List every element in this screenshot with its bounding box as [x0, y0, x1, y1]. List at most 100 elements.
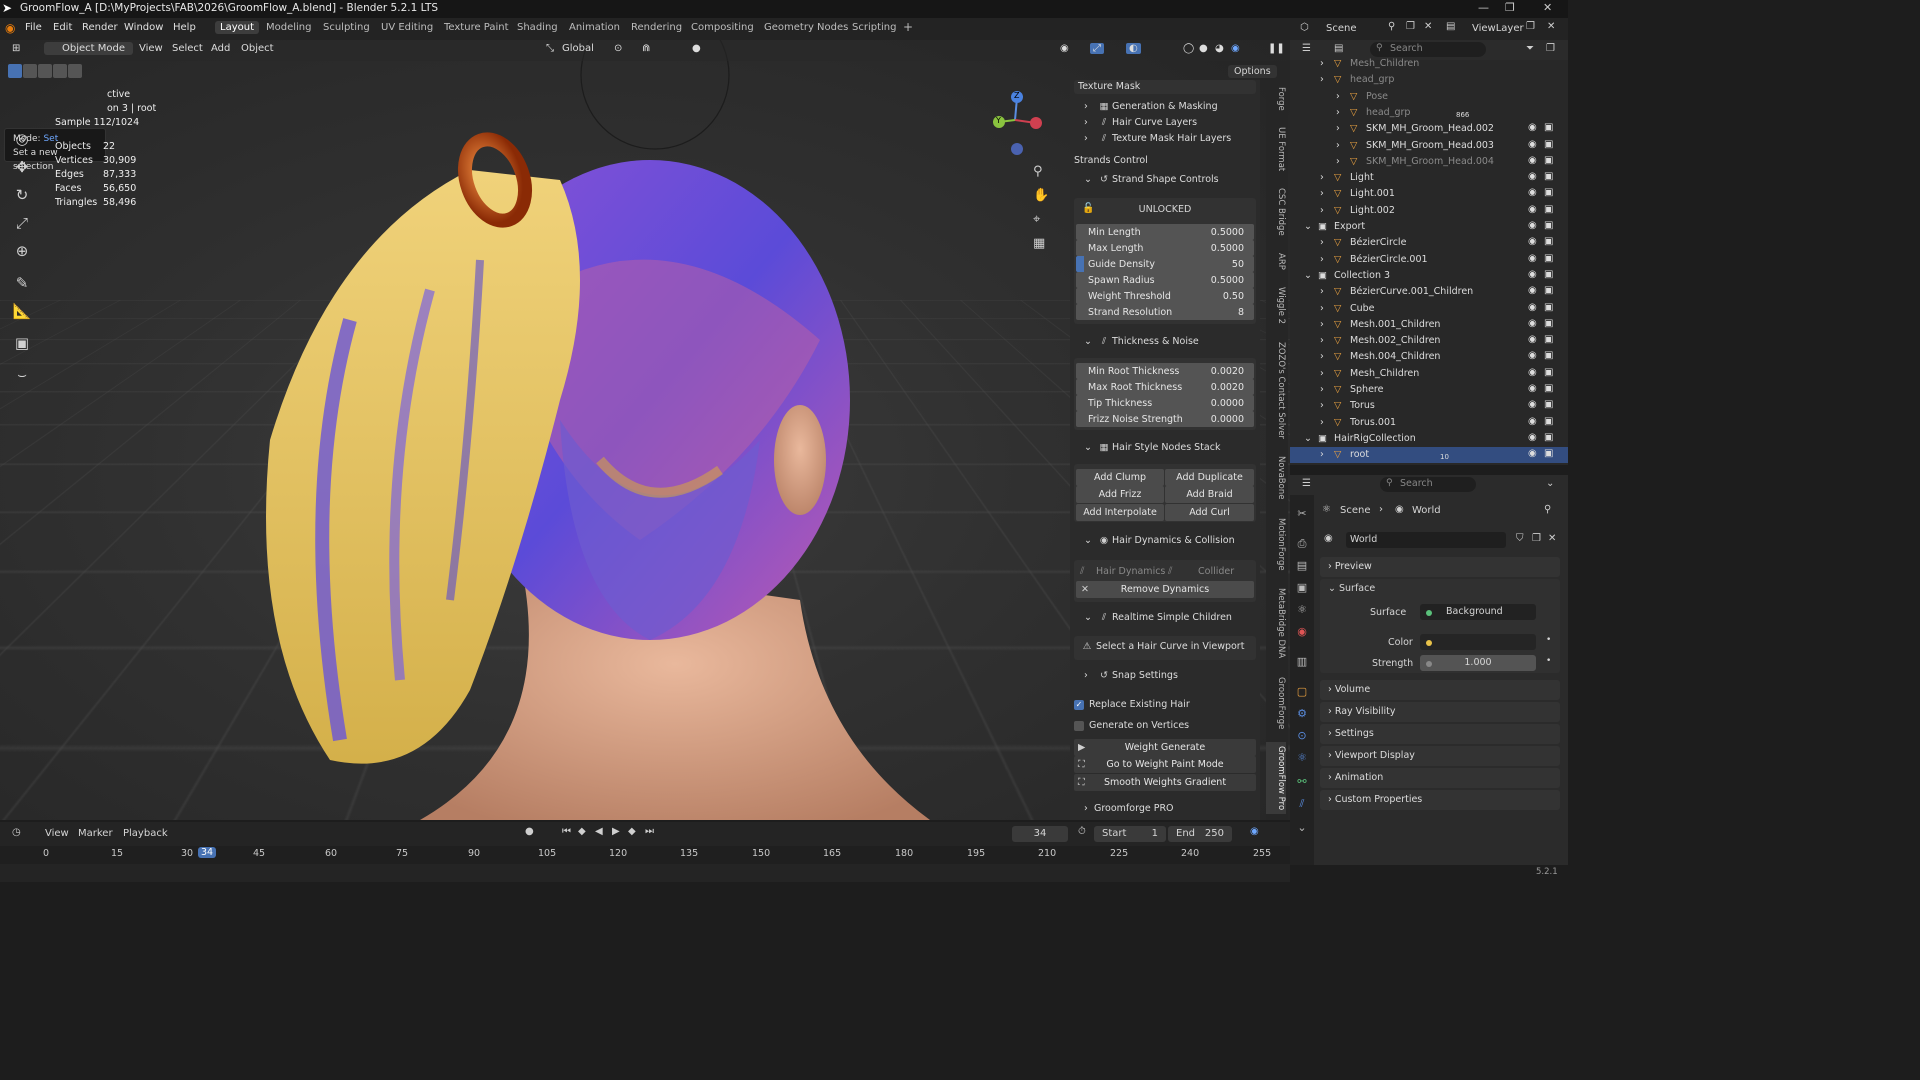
unlocked-label[interactable]: UNLOCKED: [1070, 204, 1260, 215]
color-swatch[interactable]: [1420, 634, 1536, 650]
tool-tab-icon[interactable]: ✂: [1294, 507, 1310, 523]
expand-arrow-icon[interactable]: ›: [1320, 58, 1324, 69]
add-cube-tool-icon[interactable]: ▣: [8, 330, 36, 356]
visibility-eye-icon[interactable]: ◉: [1528, 139, 1537, 150]
outliner-row[interactable]: › ▽ Mesh_Children: [1290, 56, 1568, 72]
transform-orientation-icon[interactable]: ⤡: [546, 43, 554, 54]
new-scene-icon[interactable]: ❐: [1406, 21, 1415, 32]
visibility-eye-icon[interactable]: ◉: [1528, 253, 1537, 264]
wireframe-shading-icon[interactable]: ◯: [1183, 43, 1194, 54]
visibility-icon[interactable]: ◉: [1060, 43, 1069, 54]
render-camera-icon[interactable]: ▣: [1544, 383, 1553, 394]
render-camera-icon[interactable]: ▣: [1544, 122, 1553, 133]
snap-icon[interactable]: ⋒: [642, 43, 650, 54]
weight-generate-button[interactable]: ▶ Weight Generate: [1074, 739, 1256, 756]
unlink-world-icon[interactable]: ✕: [1548, 533, 1556, 544]
render-camera-icon[interactable]: ▣: [1544, 302, 1553, 313]
transform-tool-icon[interactable]: ⊕: [8, 238, 36, 264]
collection-tab-icon[interactable]: ▥: [1294, 655, 1310, 671]
visibility-eye-icon[interactable]: ◉: [1528, 334, 1537, 345]
render-camera-icon[interactable]: ▣: [1544, 236, 1553, 247]
tab-novabone[interactable]: NovaBone: [1266, 452, 1286, 504]
strand-resolution-field[interactable]: Strand Resolution 8: [1076, 304, 1254, 320]
viewlayer-selector[interactable]: ViewLayer: [1472, 23, 1524, 34]
tip-thickness-field[interactable]: Tip Thickness 0.0000: [1076, 395, 1254, 411]
expand-arrow-icon[interactable]: ›: [1320, 188, 1324, 199]
expand-arrow-icon[interactable]: ›: [1320, 286, 1324, 297]
outliner-row[interactable]: › ▽ Mesh.001_Children ◉ ▣: [1290, 317, 1568, 333]
menu-file[interactable]: File: [25, 22, 42, 33]
tab-sculpting[interactable]: Sculpting: [318, 21, 375, 34]
pin-properties-icon[interactable]: ⚲: [1544, 504, 1551, 515]
visibility-eye-icon[interactable]: ◉: [1528, 432, 1537, 443]
viewport-display-section[interactable]: › Viewport Display: [1320, 746, 1560, 766]
frizz-noise-field[interactable]: Frizz Noise Strength 0.0000: [1076, 411, 1254, 427]
render-camera-icon[interactable]: ▣: [1544, 220, 1553, 231]
visibility-eye-icon[interactable]: ◉: [1528, 236, 1537, 247]
visibility-eye-icon[interactable]: ◉: [1528, 416, 1537, 427]
annotate-tool-icon[interactable]: ✎: [8, 270, 36, 296]
replace-existing-row[interactable]: ✓ Replace Existing Hair: [1070, 699, 1260, 710]
visibility-eye-icon[interactable]: ◉: [1528, 383, 1537, 394]
world-datablock-icon[interactable]: ◉: [1324, 533, 1333, 544]
visibility-eye-icon[interactable]: ◉: [1528, 155, 1537, 166]
tab-motionforge[interactable]: MotionForge: [1266, 512, 1286, 576]
expand-arrow-icon[interactable]: ›: [1320, 172, 1324, 183]
visibility-eye-icon[interactable]: ◉: [1528, 187, 1537, 198]
color-keyframe-icon[interactable]: •: [1546, 635, 1551, 645]
outliner-row[interactable]: ⌄ ▣ Export ◉ ▣: [1290, 219, 1568, 235]
camera-view-icon[interactable]: ⌖: [1033, 212, 1040, 227]
nodes-stack-header[interactable]: ⌄ ▦ Hair Style Nodes Stack: [1070, 442, 1260, 453]
outliner-row[interactable]: › ▽ Cube ◉ ▣: [1290, 301, 1568, 317]
preview-section[interactable]: › Preview: [1320, 557, 1560, 577]
render-camera-icon[interactable]: ▣: [1544, 187, 1553, 198]
remove-dynamics-button[interactable]: ✕ Remove Dynamics: [1076, 581, 1254, 598]
expand-arrow-icon[interactable]: ›: [1336, 91, 1340, 102]
move-tool-icon[interactable]: ✥: [8, 154, 36, 180]
expand-arrow-icon[interactable]: ›: [1320, 368, 1324, 379]
guide-density-field[interactable]: Guide Density 50: [1076, 256, 1254, 272]
visibility-eye-icon[interactable]: ◉: [1528, 220, 1537, 231]
navigation-gizmo[interactable]: Z Y: [985, 90, 1045, 155]
mode-selector[interactable]: Object Mode: [44, 42, 133, 55]
visibility-eye-icon[interactable]: ◉: [1528, 302, 1537, 313]
viewlayer-icon[interactable]: ▤: [1446, 21, 1455, 32]
render-camera-icon[interactable]: ▣: [1544, 285, 1553, 296]
surface-shader-selector[interactable]: Background: [1420, 604, 1536, 620]
hair-curve-layers-row[interactable]: › ⫽ Hair Curve Layers: [1070, 117, 1260, 128]
tab-groomforge[interactable]: GroomForge: [1266, 672, 1286, 734]
groomforge-pro-header[interactable]: › Groomforge PRO: [1070, 803, 1260, 814]
timeline-playback-menu[interactable]: Playback: [123, 828, 168, 839]
sync-icon[interactable]: ◉: [1250, 826, 1259, 837]
select-invert-icon[interactable]: [53, 64, 67, 78]
menu-render[interactable]: Render: [82, 22, 118, 33]
menu-help[interactable]: Help: [173, 22, 196, 33]
tab-wiggle[interactable]: Wiggle 2: [1266, 282, 1286, 330]
tab-forge[interactable]: Forge: [1266, 84, 1286, 114]
current-frame-field[interactable]: 34: [1012, 826, 1068, 842]
render-camera-icon[interactable]: ▣: [1544, 367, 1553, 378]
pan-hand-icon[interactable]: ✋: [1033, 188, 1049, 203]
tab-arp[interactable]: ARP: [1266, 248, 1286, 274]
outliner-row[interactable]: › ▽ SKM_MH_Groom_Head.003 ◉ ▣: [1290, 138, 1568, 154]
select-intersect-icon[interactable]: [68, 64, 82, 78]
modifier-tab-icon[interactable]: ⚙: [1294, 707, 1310, 723]
outliner-row[interactable]: › ▽ BézierCurve.001_Children ◉ ▣: [1290, 284, 1568, 300]
expand-arrow-icon[interactable]: ›: [1320, 205, 1324, 216]
pause-render-icon[interactable]: ❚❚: [1268, 43, 1285, 54]
visibility-eye-icon[interactable]: ◉: [1528, 367, 1537, 378]
outliner-row[interactable]: › ▽ Light.001 ◉ ▣: [1290, 186, 1568, 202]
expand-arrow-icon[interactable]: ⌄: [1304, 433, 1312, 444]
visibility-eye-icon[interactable]: ◉: [1528, 285, 1537, 296]
select-set-icon[interactable]: [8, 64, 22, 78]
spawn-radius-field[interactable]: Spawn Radius 0.5000: [1076, 272, 1254, 288]
animation-section[interactable]: › Animation: [1320, 768, 1560, 788]
outliner-row[interactable]: › ▽ Mesh_Children ◉ ▣: [1290, 366, 1568, 382]
render-camera-icon[interactable]: ▣: [1544, 204, 1553, 215]
render-camera-icon[interactable]: ▣: [1544, 171, 1553, 182]
display-mode-icon[interactable]: ▤: [1334, 43, 1343, 54]
expand-arrow-icon[interactable]: ›: [1320, 74, 1324, 85]
jump-end-icon[interactable]: ⏭: [645, 826, 654, 837]
output-tab-icon[interactable]: ▤: [1294, 559, 1310, 575]
scene-icon[interactable]: ⬡: [1300, 22, 1309, 33]
